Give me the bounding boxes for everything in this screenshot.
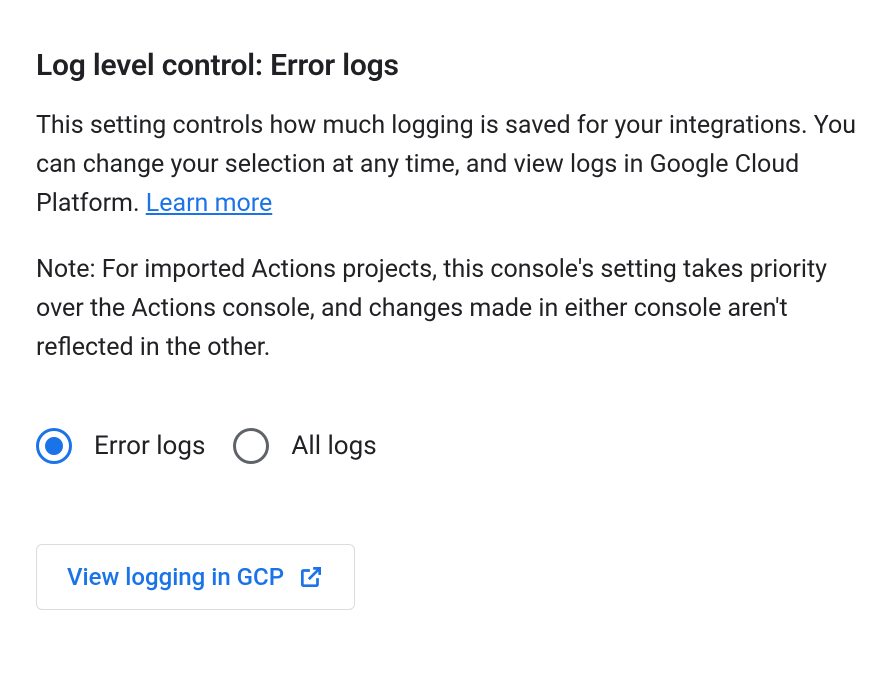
radio-unselected-icon (233, 428, 269, 464)
radio-option-error-logs[interactable]: Error logs (36, 428, 205, 464)
log-level-heading: Log level control: Error logs (36, 48, 858, 83)
radio-option-all-logs[interactable]: All logs (233, 428, 376, 464)
view-button-label: View logging in GCP (67, 563, 284, 591)
radio-label-all-logs: All logs (291, 431, 376, 461)
radio-selected-icon (36, 428, 72, 464)
learn-more-link[interactable]: Learn more (146, 189, 272, 218)
log-level-radio-group: Error logs All logs (36, 428, 858, 464)
radio-label-error-logs: Error logs (94, 431, 205, 461)
log-level-description: This setting controls how much logging i… (36, 107, 858, 223)
view-logging-gcp-button[interactable]: View logging in GCP (36, 544, 355, 610)
external-link-icon (298, 564, 324, 590)
log-level-note: Note: For imported Actions projects, thi… (36, 251, 858, 367)
